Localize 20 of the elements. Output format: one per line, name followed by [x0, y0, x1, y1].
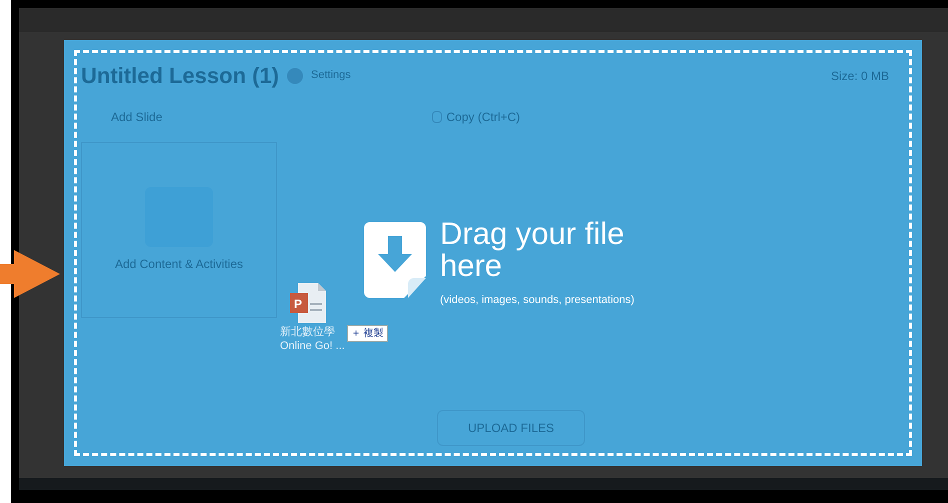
copy-icon [432, 111, 442, 123]
arrow-pointer-icon [0, 250, 60, 298]
help-icon [287, 68, 304, 84]
drop-hint: (videos, images, sounds, presentations) [440, 293, 634, 308]
file-name: Online Go! ... [280, 339, 345, 353]
size-label: Size: 0 MB [830, 68, 889, 84]
lesson-title: Untitled Lesson (1) [81, 62, 280, 90]
settings-link[interactable]: Settings [311, 67, 351, 84]
copy-cursor-badge: ＋ 複製 [346, 325, 388, 342]
add-slide-button[interactable]: Add Slide [111, 108, 162, 126]
drop-title: Drag your file here [440, 218, 626, 282]
file-type-letter: P [294, 297, 302, 311]
upload-files-button[interactable]: UPLOAD FILES [437, 410, 586, 446]
download-file-icon [364, 222, 426, 298]
presentation-file-icon [290, 283, 326, 323]
file-name: 新北數位學 [280, 325, 336, 339]
add-content-label: Add Content & Activities [114, 256, 244, 273]
add-content-card[interactable]: Add Content & Activities [81, 142, 277, 318]
copy-button[interactable]: Copy (Ctrl+C) [432, 108, 520, 126]
drop-zone-border[interactable]: Untitled Lesson (1) Settings Size: 0 MB Add Slide Copy (Ctrl+C) Add Content & Activities Drag your file here P 新北數位學 Online Go! ... ＋ 複製 (videos, images, sounds, presentations) UPLOAD FILES [74, 50, 912, 456]
